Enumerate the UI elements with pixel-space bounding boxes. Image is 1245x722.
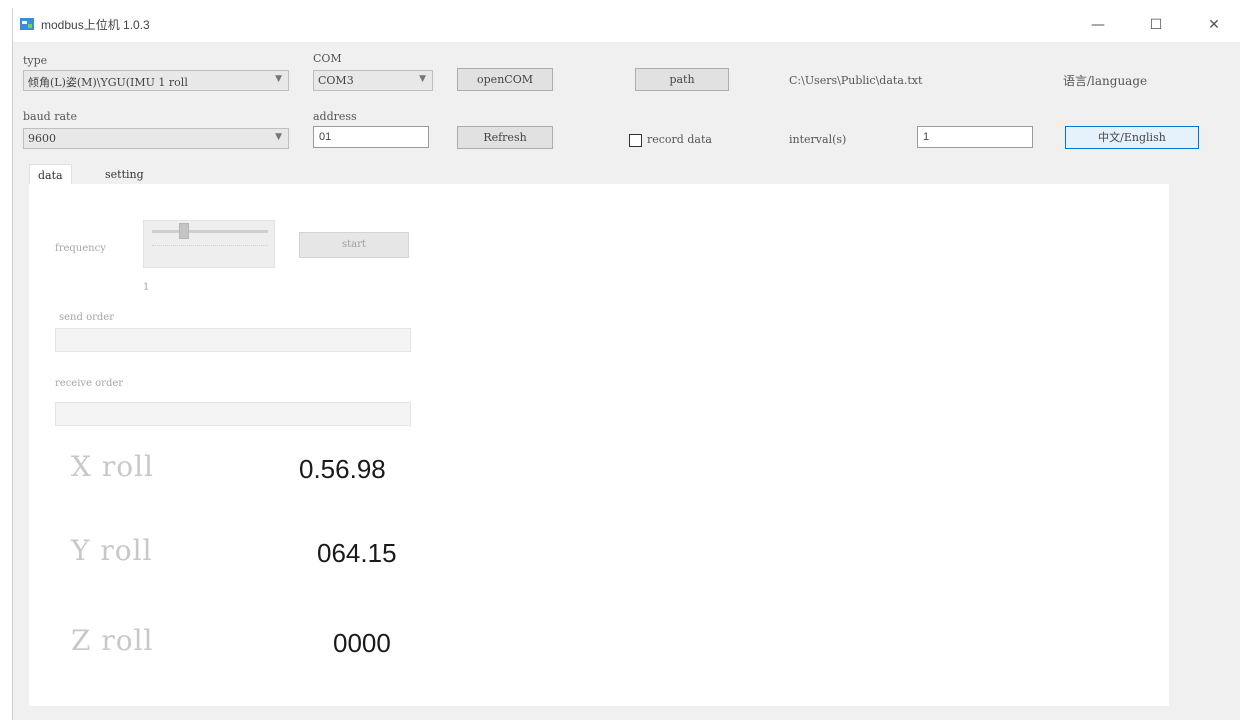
start-button[interactable]: start xyxy=(299,232,409,258)
open-com-button[interactable]: openCOM xyxy=(457,68,553,91)
path-value: C:\Users\Public\data.txt xyxy=(789,74,923,87)
baud-rate-select[interactable]: 9600 ▼ xyxy=(23,128,289,149)
title-bar: modbus上位机 1.0.3 — ☐ ✕ xyxy=(13,8,1241,42)
baud-rate-select-value: 9600 xyxy=(28,132,56,145)
app-window: modbus上位机 1.0.3 — ☐ ✕ type 倾角(L)姿(M)\YGU… xyxy=(12,8,1241,720)
interval-label: interval(s) xyxy=(789,133,847,146)
frequency-label: frequency xyxy=(55,243,106,254)
window-title: modbus上位机 1.0.3 xyxy=(41,18,150,32)
record-data-label: record data xyxy=(647,133,712,146)
chevron-down-icon: ▼ xyxy=(275,132,282,142)
x-roll-label: X roll xyxy=(71,450,154,483)
z-roll-label: Z roll xyxy=(71,624,154,657)
refresh-button[interactable]: Refresh xyxy=(457,126,553,149)
y-roll-value: 064.15 xyxy=(317,538,397,568)
type-select[interactable]: 倾角(L)姿(M)\YGU(IMU 1 roll ▼ xyxy=(23,70,289,91)
com-label: COM xyxy=(313,52,342,65)
receive-order-field[interactable] xyxy=(55,402,411,426)
interval-input[interactable] xyxy=(917,126,1033,148)
address-input[interactable] xyxy=(313,126,429,148)
slider-ticks xyxy=(152,245,268,249)
y-roll-label: Y roll xyxy=(71,534,153,567)
close-button[interactable]: ✕ xyxy=(1191,8,1237,42)
z-roll-value: 0000 xyxy=(333,628,391,658)
type-label: type xyxy=(23,54,48,67)
record-data-checkbox[interactable] xyxy=(629,134,642,147)
baud-rate-label: baud rate xyxy=(23,110,77,123)
send-order-label: send order xyxy=(59,312,114,323)
data-tab-panel: frequency 1 start send order receive ord… xyxy=(29,184,1169,706)
chevron-down-icon: ▼ xyxy=(275,74,282,84)
receive-order-label: receive order xyxy=(55,378,124,389)
maximize-button[interactable]: ☐ xyxy=(1133,8,1179,42)
tab-data[interactable]: data xyxy=(29,164,72,186)
frequency-value: 1 xyxy=(143,282,150,293)
com-select-value: COM3 xyxy=(318,74,354,87)
slider-thumb[interactable] xyxy=(178,223,189,239)
tab-setting[interactable]: setting xyxy=(97,164,152,186)
x-roll-value: 0.56.98 xyxy=(299,454,386,484)
language-toggle-button[interactable]: 中文/English xyxy=(1065,126,1199,149)
minimize-button[interactable]: — xyxy=(1075,8,1121,42)
frequency-slider[interactable] xyxy=(143,220,275,268)
com-select[interactable]: COM3 ▼ xyxy=(313,70,433,91)
language-label: 语言/language xyxy=(1063,74,1148,88)
address-label: address xyxy=(313,110,357,123)
type-select-value: 倾角(L)姿(M)\YGU(IMU 1 roll xyxy=(28,76,188,89)
app-icon xyxy=(19,16,35,32)
chevron-down-icon: ▼ xyxy=(419,74,426,84)
slider-track xyxy=(152,230,268,233)
send-order-field[interactable] xyxy=(55,328,411,352)
path-button[interactable]: path xyxy=(635,68,729,91)
